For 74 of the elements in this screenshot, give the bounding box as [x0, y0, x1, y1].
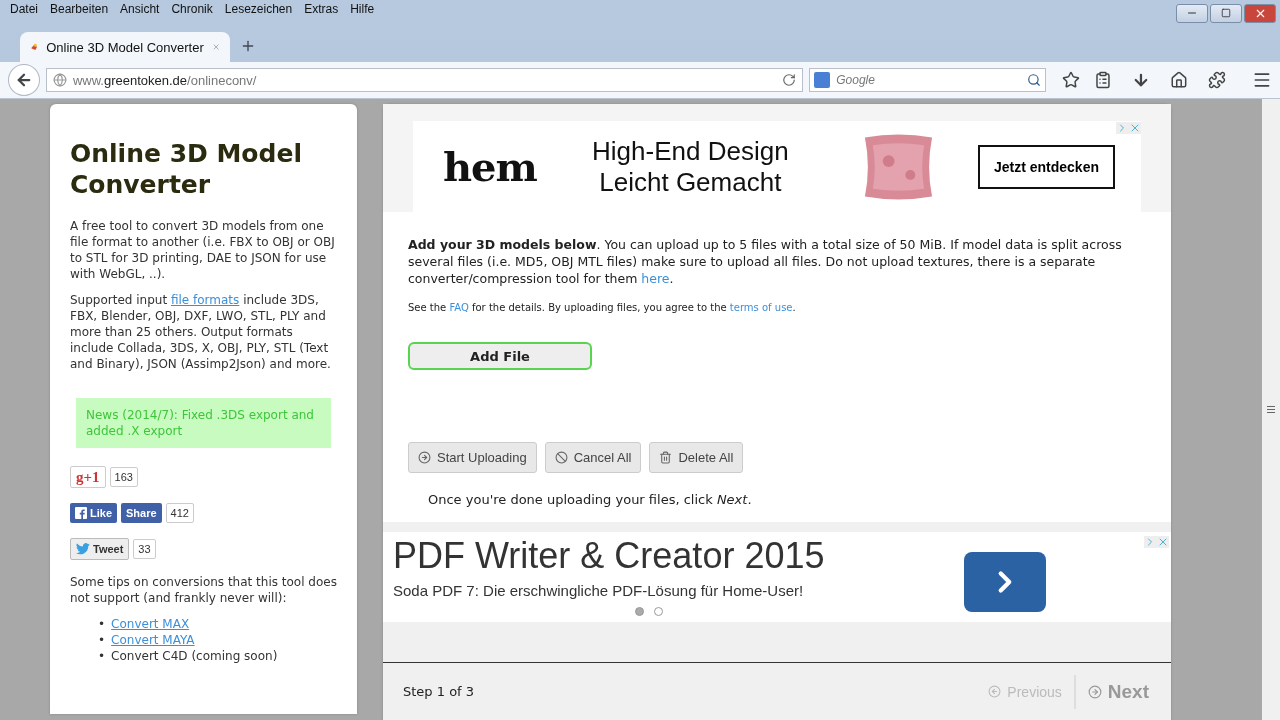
- menu-item[interactable]: Chronik: [165, 2, 219, 16]
- menu-item[interactable]: Hilfe: [344, 2, 381, 16]
- plus-one-button[interactable]: g+1: [70, 466, 106, 488]
- new-tab-icon[interactable]: [240, 38, 256, 54]
- facebook-icon: [75, 507, 87, 519]
- carousel-dot[interactable]: [635, 607, 644, 616]
- url-field[interactable]: www.greentoken.de/onlineconv/: [45, 68, 804, 92]
- ad-headline: High-End Design Leicht Gemacht: [591, 135, 790, 198]
- menu-item[interactable]: Lesezeichen: [218, 2, 299, 16]
- share-count: 33: [133, 539, 156, 559]
- menu-icon[interactable]: [1252, 70, 1272, 90]
- search-icon[interactable]: [1027, 73, 1042, 87]
- menu-item[interactable]: Bearbeiten: [44, 2, 115, 16]
- search-bar[interactable]: Google: [809, 68, 1047, 92]
- facebook-button[interactable]: Like: [70, 503, 117, 523]
- add-file-button[interactable]: Add File: [408, 342, 592, 370]
- bullet: •: [98, 632, 106, 648]
- ad-arrow-button[interactable]: [964, 552, 1047, 612]
- action-button[interactable]: Start Uploading: [408, 442, 537, 473]
- news-text: News (2014/7): Fixed .3DS export and added .X export: [76, 398, 331, 448]
- ad-banner[interactable]: PDF Writer & Creator 2015 Soda PDF 7: Die erschwingliche PDF-Lösung für Home-User!: [383, 532, 1171, 622]
- arrow-circle-icon: [418, 451, 431, 464]
- search-engine-icon[interactable]: [814, 72, 831, 88]
- menu-item[interactable]: Datei: [4, 2, 44, 16]
- clipboard-icon[interactable]: [1094, 71, 1113, 89]
- share-count: 412: [165, 503, 194, 523]
- back-button[interactable]: [8, 64, 40, 96]
- ad-logo: hem: [443, 143, 538, 190]
- facebook-button[interactable]: Share: [121, 503, 162, 523]
- arrow-circle-icon: [1087, 684, 1102, 699]
- close-button[interactable]: [1244, 3, 1276, 23]
- browser-tab[interactable]: Online 3D Model Converter: [20, 32, 230, 62]
- text-link[interactable]: terms of use: [729, 302, 793, 313]
- scrollbar[interactable]: [1262, 99, 1280, 720]
- tweet-button[interactable]: Tweet: [70, 538, 130, 560]
- menu-item[interactable]: Ansicht: [114, 2, 166, 16]
- page-title: Online 3D Model Converter: [70, 138, 303, 200]
- tips-text: Some tips on conversions that this tool does not support (and frankly never will):: [70, 574, 337, 606]
- restore-icon: [1221, 8, 1231, 18]
- puzzle-icon[interactable]: [1208, 71, 1227, 89]
- tip-link[interactable]: Convert MAX: [111, 616, 190, 632]
- restore-button[interactable]: [1210, 3, 1242, 23]
- cancel-icon: [554, 451, 568, 464]
- action-button[interactable]: Cancel All: [544, 442, 642, 473]
- minimize-button[interactable]: [1176, 3, 1208, 23]
- share-count: 163: [109, 467, 138, 487]
- bullet: •: [98, 648, 106, 664]
- text-link[interactable]: file formats: [170, 293, 240, 307]
- globe-icon: [52, 73, 67, 87]
- description-text: Supported input file formats include 3DS, FBX, Blender, OBJ, DXF, LWO, STL, PLY and more than 25 others. Output formats include Collada, 3DS, X, OBJ, PLY, STL (Text and Binary), JSON (Assimp2Json) and more.: [70, 292, 332, 372]
- reload-icon[interactable]: [782, 73, 797, 87]
- ad-choices-icon[interactable]: [1144, 536, 1169, 548]
- done-hint: Once you're done uploading your files, click Next.: [428, 491, 753, 508]
- ad-button[interactable]: Jetzt entdecken: [977, 144, 1115, 189]
- bookmark-icon[interactable]: [1062, 71, 1081, 89]
- ad-choices-icon[interactable]: [1116, 122, 1141, 134]
- home-icon[interactable]: [1170, 71, 1189, 89]
- action-button[interactable]: Delete All: [649, 442, 744, 473]
- arrow-circle-icon: [988, 685, 1002, 698]
- tip-link[interactable]: Convert MAYA: [111, 632, 195, 648]
- ad-banner[interactable]: hem High-End Design Leicht Gemacht Jetzt entdecken: [413, 121, 1141, 212]
- bird-icon: [76, 543, 90, 555]
- carousel-dot[interactable]: [654, 607, 663, 616]
- grip-icon: [1267, 404, 1275, 415]
- ad-title: PDF Writer & Creator 2015: [393, 536, 825, 576]
- trash-icon: [659, 451, 673, 464]
- instructions-text: Add your 3D models below. You can upload up to 5 files with a total size of 50 MiB. If model data is split across several files (i.e. MD5, OBJ MTL files) make sure to upload all files. Do not upload textures, there is a separate converter/compression tool for them here.: [408, 236, 1123, 287]
- terms-note: See the FAQ for the details. By uploading files, you agree to the terms of use.: [408, 301, 797, 315]
- description-text: A free tool to convert 3D models from one file format to another (i.e. FBX to OBJ or OBJ to STL for 3D printing, DAE to JSON for use with WebGL, ..).: [70, 218, 336, 282]
- ad-subtitle: Soda PDF 7: Die erschwingliche PDF-Lösung für Home-User!: [393, 582, 805, 599]
- menu-item[interactable]: Extras: [298, 2, 345, 16]
- bullet: •: [98, 616, 106, 632]
- step-indicator: Step 1 of 3: [403, 684, 475, 699]
- tip-text: Convert C4D (coming soon): [111, 648, 278, 664]
